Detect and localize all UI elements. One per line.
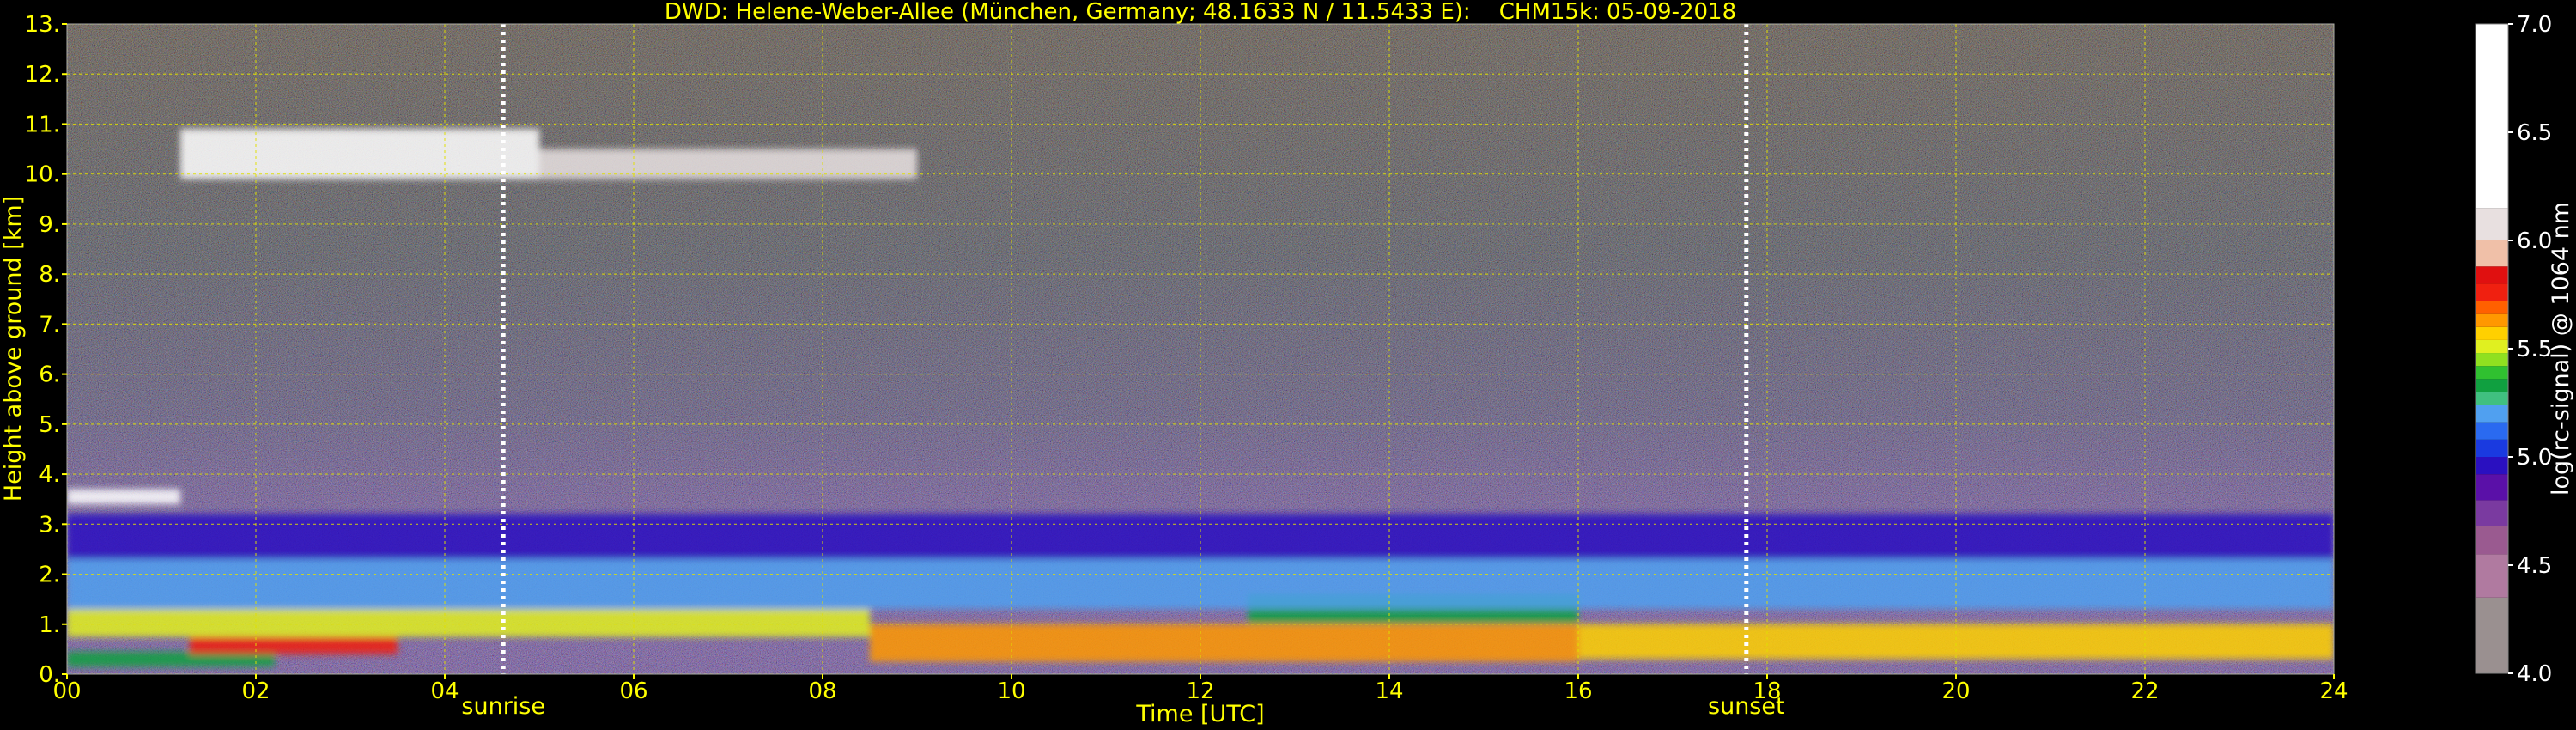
colorbar-ticks: 4.04.55.05.56.06.57.0 [2508, 12, 2552, 687]
y-tick-label: 0. [39, 662, 60, 688]
y-tick-label: 3. [39, 512, 60, 538]
y-tick-label: 11. [25, 112, 60, 137]
x-tick-label: 06 [619, 678, 647, 704]
chart-title: DWD: Helene-Weber-Allee (München, German… [665, 0, 1736, 25]
sun-marker-label: sunset [1708, 693, 1785, 720]
x-tick-label: 22 [2130, 678, 2159, 704]
colorbar-label: log(rc-signal) @ 1064 nm [2548, 202, 2574, 496]
x-axis-label: Time [UTC] [1135, 701, 1264, 727]
x-tick-label: 04 [430, 678, 459, 704]
y-tick-label: 4. [39, 462, 60, 488]
colorbar [2476, 24, 2508, 673]
colorbar-band [2476, 392, 2508, 405]
colorbar-tick-label: 4.5 [2517, 553, 2552, 579]
x-tick-label: 16 [1564, 678, 1592, 704]
colorbar-band [2476, 283, 2508, 301]
colorbar-band [2476, 24, 2508, 209]
colorbar-band [2476, 313, 2508, 327]
colorbar-band [2476, 439, 2508, 457]
y-tick-label: 2. [39, 563, 60, 588]
x-tick-label: 14 [1375, 678, 1403, 704]
colorbar-tick-label: 7.0 [2517, 12, 2552, 38]
y-tick-label: 6. [39, 362, 60, 388]
signal-cell [67, 609, 870, 637]
colorbar-band [2476, 500, 2508, 526]
colorbar-band [2476, 208, 2508, 240]
colorbar-band [2476, 405, 2508, 423]
signal-cell [67, 489, 180, 505]
colorbar-band [2476, 526, 2508, 555]
colorbar-band [2476, 554, 2508, 598]
colorbar-band [2476, 366, 2508, 380]
y-tick-label: 10. [25, 162, 60, 188]
y-tick-label: 12. [25, 62, 60, 88]
y-tick-label: 8. [39, 262, 60, 288]
plot-area [67, 24, 2334, 674]
x-tick-label: 24 [2319, 678, 2348, 704]
colorbar-band [2476, 240, 2508, 267]
colorbar-band [2476, 474, 2508, 501]
colorbar-band [2476, 422, 2508, 440]
y-tick-label: 5. [39, 412, 60, 438]
x-tick-label: 10 [997, 678, 1025, 704]
x-tick-label: 02 [241, 678, 270, 704]
signal-cell [1578, 624, 2334, 660]
y-tick-label: 7. [39, 312, 60, 338]
x-axis-ticks: 00 02 04 06 08 10 12 14 16 18 20 22 24 [52, 674, 2348, 704]
signal-cell [870, 624, 1578, 662]
colorbar-tick-label: 6.5 [2517, 120, 2552, 146]
colorbar-tick-label: 4.0 [2517, 661, 2552, 687]
colorbar-band [2476, 457, 2508, 475]
sun-marker-label: sunrise [461, 693, 545, 720]
colorbar-band [2476, 353, 2508, 367]
signal-cell [180, 129, 539, 179]
signal-cell [190, 636, 398, 654]
colorbar-band [2476, 326, 2508, 340]
y-axis-label: Height above ground [km] [0, 196, 27, 502]
colorbar-band [2476, 597, 2508, 673]
x-tick-label: 20 [1941, 678, 1970, 704]
x-tick-label: 08 [808, 678, 836, 704]
lidar-quicklook-chart: 00 02 04 06 08 10 12 14 16 18 20 22 24 0.1.2.3.4.5.6… [0, 0, 2574, 727]
y-tick-label: 9. [39, 212, 60, 238]
colorbar-band [2476, 339, 2508, 354]
colorbar-band [2476, 266, 2508, 284]
y-axis-ticks: 0. 1. 2. 3. 4. 5. 6. 7. 8. 9. 10. 11. 12. 13. [25, 12, 67, 688]
colorbar-band [2476, 301, 2508, 314]
colorbar-band [2476, 379, 2508, 392]
y-tick-label: 13. [25, 12, 60, 38]
y-tick-label: 1. [39, 612, 60, 638]
